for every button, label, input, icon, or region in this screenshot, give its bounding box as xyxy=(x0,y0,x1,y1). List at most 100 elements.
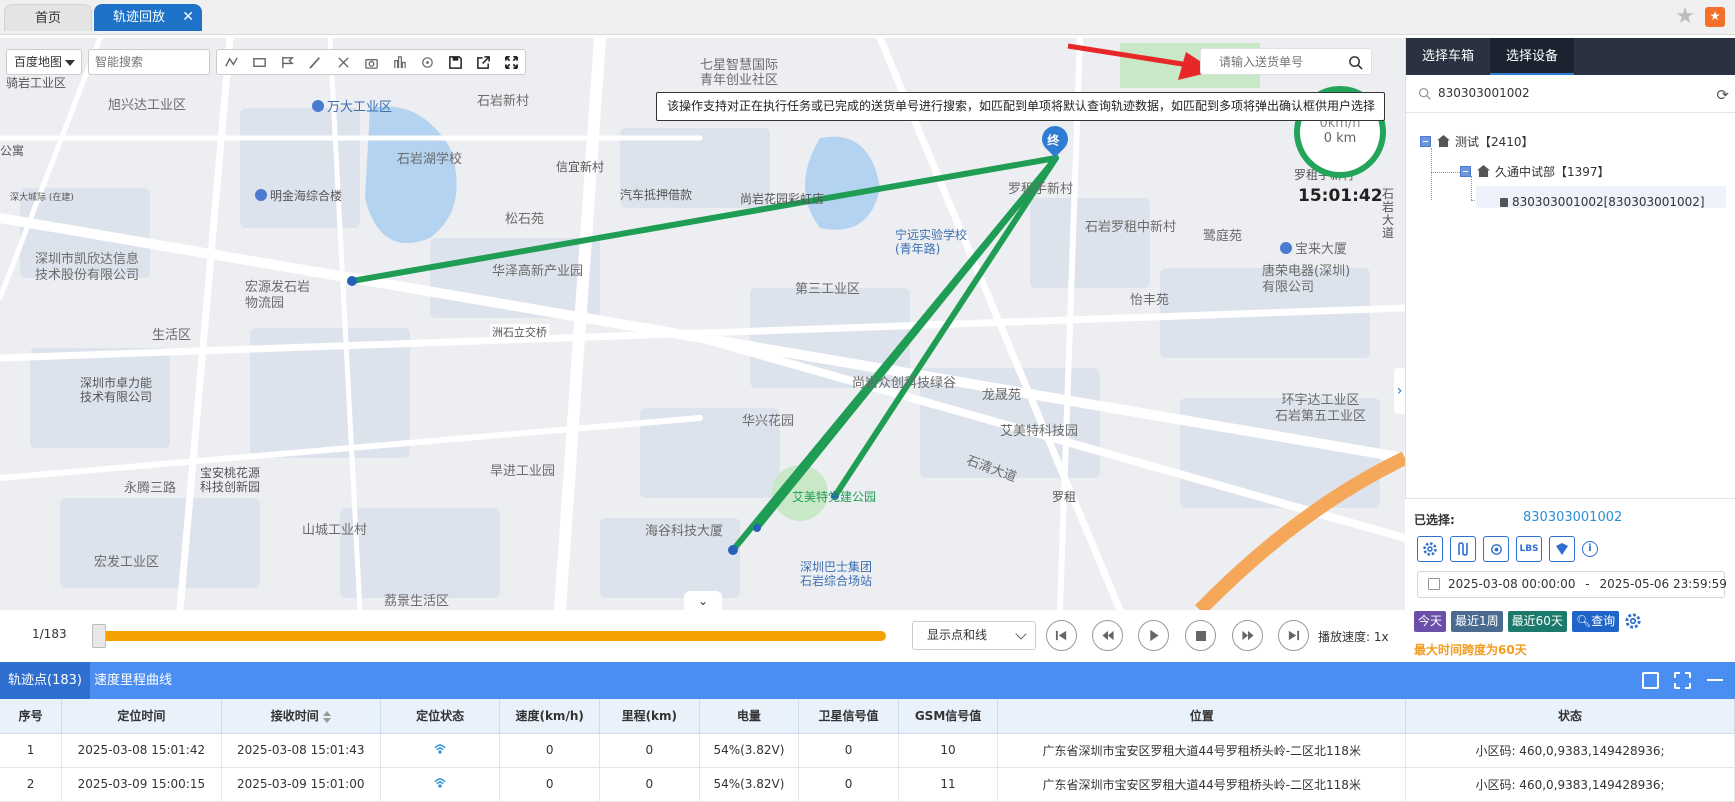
map-label: 永腾三路 xyxy=(124,481,177,496)
col-header: 卫星信号值 xyxy=(798,699,899,734)
rectangle-tool-icon[interactable] xyxy=(245,50,273,74)
cell: 0 xyxy=(599,767,700,802)
settings-icon[interactable] xyxy=(1624,612,1642,630)
rewind-icon[interactable] xyxy=(1092,620,1123,651)
col-header[interactable]: 接收时间 xyxy=(221,699,381,734)
last-week-button[interactable]: 最近1周 xyxy=(1451,611,1503,632)
display-mode-select[interactable]: 显示点和线 xyxy=(912,621,1036,650)
date-range-input[interactable]: 2025-03-08 00:00:00 - 2025-05-06 23:59:5… xyxy=(1417,571,1727,598)
today-button[interactable]: 今天 xyxy=(1414,611,1447,632)
tab-speed-mileage-curve[interactable]: 速度里程曲线 xyxy=(86,662,180,699)
calendar-icon xyxy=(1428,578,1440,590)
tree-node-label: 830303001002[830303001002] xyxy=(1512,195,1705,209)
lbs-icon[interactable]: LBS xyxy=(1516,536,1542,562)
tab-select-box[interactable]: 选择车箱 xyxy=(1406,38,1490,75)
playback-progress[interactable] xyxy=(96,631,886,641)
map-type-label: 百度地图 xyxy=(14,55,63,69)
cell xyxy=(380,733,501,768)
maximize-icon[interactable] xyxy=(1674,672,1691,689)
camera-icon[interactable] xyxy=(357,50,385,74)
table-row[interactable]: 2 2025-03-09 15:00:15 2025-03-09 15:01:0… xyxy=(0,767,1735,802)
tab-home[interactable]: 首页 xyxy=(4,4,92,31)
save-icon[interactable] xyxy=(441,50,469,74)
minimize-icon[interactable] xyxy=(1707,679,1723,681)
table-tab-bar: 轨迹点(183) 速度里程曲线 xyxy=(0,662,1735,699)
cell: 11 xyxy=(898,767,999,802)
col-header-label: 接收时间 xyxy=(270,709,319,724)
polyline-tool-icon[interactable] xyxy=(217,50,245,74)
brush-tool-icon[interactable] xyxy=(301,50,329,74)
tab-select-device[interactable]: 选择设备 xyxy=(1490,38,1575,75)
delivery-number-input[interactable] xyxy=(1201,49,1341,74)
col-header: 定位状态 xyxy=(380,699,501,734)
cell: 54%(3.82V) xyxy=(699,767,800,802)
device-search[interactable]: 830303001002 ⟳ xyxy=(1406,75,1735,113)
map-label: 荔景生活区 xyxy=(384,594,450,609)
home-icon xyxy=(1437,135,1450,147)
date-to: 2025-05-06 23:59:59 xyxy=(1599,577,1727,591)
chevron-down-icon xyxy=(1015,628,1027,640)
table-row[interactable]: 1 2025-03-08 15:01:42 2025-03-08 15:01:4… xyxy=(0,733,1735,768)
clear-tool-icon[interactable] xyxy=(329,50,357,74)
shield-icon[interactable] xyxy=(1549,536,1575,562)
cell: 2025-03-09 15:00:15 xyxy=(61,767,222,802)
query-panel: 已选择: 830303001002 LBS i 2025-03-08 00:00… xyxy=(1405,498,1735,662)
stop-icon[interactable] xyxy=(1185,620,1216,651)
collapse-icon[interactable] xyxy=(1420,136,1431,147)
panel-toggle-icon[interactable]: › xyxy=(1394,368,1405,414)
tree-connector xyxy=(1431,148,1432,200)
map-toolbar: 百度地图 xyxy=(6,49,526,75)
tree-node-label: 测试【2410】 xyxy=(1455,135,1534,149)
cell: 54%(3.82V) xyxy=(699,733,800,768)
collapse-map-icon[interactable]: ⌄ xyxy=(684,591,722,610)
route-icon[interactable] xyxy=(1450,536,1476,562)
locate-icon[interactable] xyxy=(1483,536,1509,562)
fullscreen-icon[interactable] xyxy=(497,50,525,74)
target-icon[interactable] xyxy=(413,50,441,74)
smart-search-input[interactable] xyxy=(88,49,210,75)
map-label: 尚岩花园彩虹店 xyxy=(740,192,825,206)
sort-icon[interactable] xyxy=(322,710,331,723)
fast-forward-icon[interactable] xyxy=(1232,620,1263,651)
last-60-days-button[interactable]: 最近60天 xyxy=(1507,611,1567,632)
map-label: 鹭庭苑 xyxy=(1203,229,1243,244)
cell: 2025-03-08 15:01:43 xyxy=(221,733,381,768)
map-type-select[interactable]: 百度地图 xyxy=(6,49,82,75)
map-label: 华兴花园 xyxy=(742,414,795,429)
query-button[interactable]: 🔍︎查询 xyxy=(1571,611,1620,632)
close-icon[interactable]: ✕ xyxy=(182,4,194,31)
map-label: 公寓 xyxy=(0,144,25,158)
refresh-icon[interactable]: ⟳ xyxy=(1716,86,1729,104)
search-icon[interactable] xyxy=(1348,55,1363,70)
skip-start-icon[interactable] xyxy=(1046,620,1077,651)
tab-track-points[interactable]: 轨迹点(183) xyxy=(0,662,90,699)
track-points-table: 序号 定位时间 接收时间 定位状态 速度(km/h) 里程(km) 电量 卫星信… xyxy=(0,699,1735,802)
cell: 小区码: 460,0,9383,149428936; xyxy=(1405,733,1735,768)
map-area[interactable]: 骑岩工业区 旭兴达工业区 万大工业区 石岩湖学校 明金海综合楼 公寓 深大城际 … xyxy=(0,38,1405,610)
map-label: 明金海综合楼 xyxy=(255,187,342,204)
chart-tool-icon[interactable] xyxy=(385,50,413,74)
tab-track-playback[interactable]: 轨迹回放 ✕ xyxy=(94,4,202,31)
playback-speed-label[interactable]: 播放速度: 1x xyxy=(1318,628,1389,645)
map-label: 罗租手新村 xyxy=(1008,182,1074,197)
favorite-icon[interactable] xyxy=(1705,7,1725,27)
info-icon[interactable]: i xyxy=(1582,541,1598,557)
export-icon[interactable] xyxy=(469,50,497,74)
col-header: 定位时间 xyxy=(61,699,222,734)
collapse-icon[interactable] xyxy=(1460,166,1471,177)
star-icon[interactable]: ★ xyxy=(1675,6,1695,28)
tree-node-root[interactable]: 测试【2410】 xyxy=(1420,131,1534,153)
tree-node-device[interactable]: 830303001002[830303001002] xyxy=(1500,191,1705,213)
tree-node-child[interactable]: 久通中试部【1397】 xyxy=(1460,161,1610,183)
play-icon[interactable] xyxy=(1138,620,1169,651)
map-label: 怡丰苑 xyxy=(1130,293,1170,308)
col-header: 电量 xyxy=(699,699,800,734)
skip-end-icon[interactable] xyxy=(1278,620,1309,651)
flag-tool-icon[interactable] xyxy=(273,50,301,74)
progress-handle[interactable] xyxy=(92,624,106,648)
cell xyxy=(380,767,501,802)
restore-icon[interactable] xyxy=(1642,672,1659,689)
map-label: 宏源发石岩 物流园 xyxy=(245,280,311,311)
gear-icon[interactable] xyxy=(1417,536,1443,562)
map-label: 万大工业区 xyxy=(312,96,392,115)
